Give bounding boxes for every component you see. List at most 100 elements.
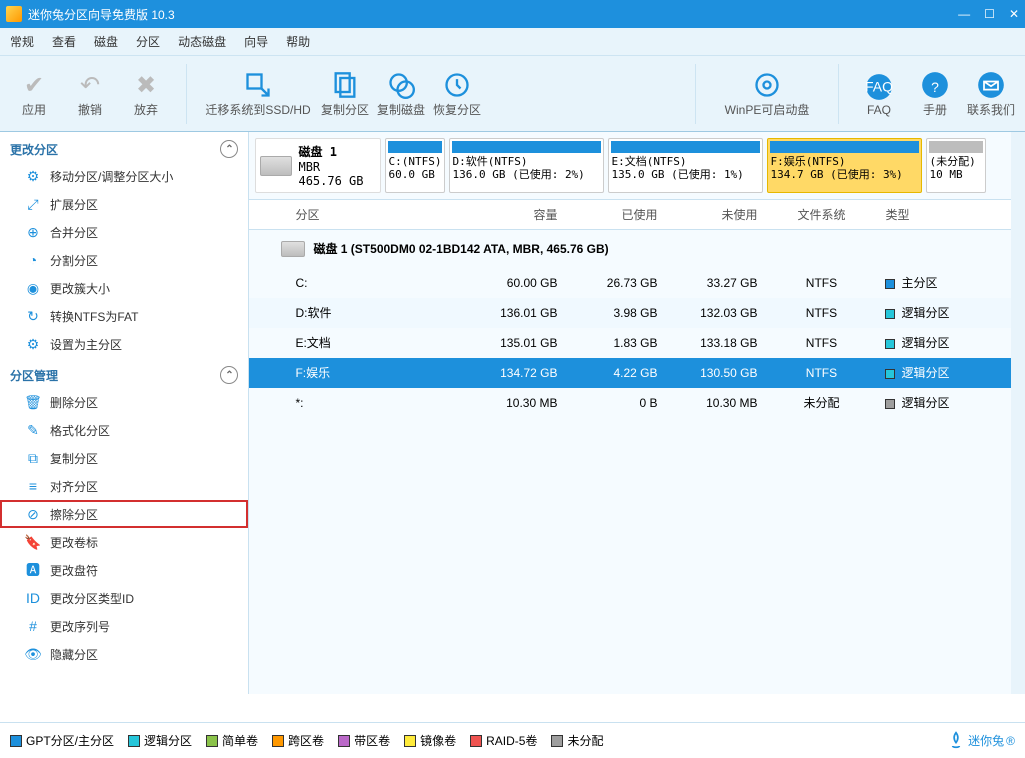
menu-view[interactable]: 查看 (52, 33, 76, 50)
copy-disk-button[interactable]: 复制磁盘 (377, 69, 425, 118)
menu-help[interactable]: 帮助 (286, 33, 310, 50)
partition-block[interactable]: F:娱乐(NTFS)134.7 GB (已使用: 3%) (767, 138, 922, 193)
sidebar-item-merge[interactable]: ⊕合并分区 (0, 218, 248, 246)
sidebar-item-label: 更改分区类型ID (50, 590, 134, 607)
hide-icon: 👁 (24, 645, 42, 663)
partition-row[interactable]: F:娱乐 134.72 GB 4.22 GB 130.50 GB NTFS 逻辑… (249, 358, 1011, 388)
legend-item: RAID-5卷 (470, 732, 537, 749)
apply-button[interactable]: ✔ 应用 (10, 69, 58, 118)
copy-partition-button[interactable]: 复制分区 (321, 69, 369, 118)
menu-general[interactable]: 常规 (10, 33, 34, 50)
sidebar-item-label: 更改序列号 (50, 618, 110, 635)
partition-block[interactable]: C:(NTFS)60.0 GB (385, 138, 445, 193)
disk-icon (260, 156, 292, 176)
sidebar-item-erase[interactable]: ⊘ 擦除分区 (0, 500, 248, 528)
align-icon: ≡ (24, 477, 42, 495)
sidebar-item-split[interactable]: ◔分割分区 (0, 246, 248, 274)
sidebar-item-id[interactable]: ID 更改分区类型ID (0, 584, 248, 612)
sidebar-item-pencil[interactable]: ✎ 格式化分区 (0, 416, 248, 444)
collapse-icon[interactable]: ⌃ (220, 366, 238, 384)
scrollbar[interactable] (1011, 132, 1025, 694)
serial-icon: # (24, 617, 42, 635)
contact-button[interactable]: 联系我们 (967, 69, 1015, 118)
sidebar-item-label: 更改盘符 (50, 562, 98, 579)
partition-block[interactable]: E:文档(NTFS)135.0 GB (已使用: 1%) (608, 138, 763, 193)
sidebar-item-label: 复制分区 (50, 450, 98, 467)
x-icon: ✖ (136, 69, 156, 101)
sidebar: 更改分区 ⌃ ⚙移动分区/调整分区大小⤢扩展分区⊕合并分区◔分割分区◉更改簇大小… (0, 132, 249, 694)
winpe-button[interactable]: WinPE可启动盘 (712, 69, 822, 118)
menu-dynamic-disk[interactable]: 动态磁盘 (178, 33, 226, 50)
sidebar-item-expand[interactable]: ⤢扩展分区 (0, 190, 248, 218)
undo-button[interactable]: ↶ 撤销 (66, 69, 114, 118)
mail-icon (977, 69, 1005, 101)
collapse-icon[interactable]: ⌃ (220, 140, 238, 158)
sidebar-group-modify[interactable]: 更改分区 ⌃ (0, 132, 248, 162)
sidebar-item-label: 分割分区 (50, 252, 98, 269)
sidebar-item-convert[interactable]: ↻转换NTFS为FAT (0, 302, 248, 330)
sidebar-item-trash[interactable]: 🗑 删除分区 (0, 388, 248, 416)
col-type[interactable]: 类型 (881, 206, 1003, 223)
col-partition[interactable]: 分区 (291, 206, 441, 223)
partition-row[interactable]: *: 10.30 MB 0 B 10.30 MB 未分配 逻辑分区 (249, 388, 1011, 418)
sidebar-item-label: 对齐分区 (50, 478, 98, 495)
sidebar-item-label: 擦除分区 (50, 506, 98, 523)
sidebar-item-sliders[interactable]: ⚙移动分区/调整分区大小 (0, 162, 248, 190)
migrate-icon (244, 69, 272, 101)
col-free[interactable]: 未使用 (661, 206, 761, 223)
legend-item: 简单卷 (206, 732, 258, 749)
sidebar-item-serial[interactable]: # 更改序列号 (0, 612, 248, 640)
sidebar-item-gear[interactable]: ⚙设置为主分区 (0, 330, 248, 358)
migrate-os-button[interactable]: 迁移系统到SSD/HD (203, 69, 313, 118)
pencil-icon: ✎ (24, 421, 42, 439)
disk-icon (281, 241, 305, 257)
sidebar-item-letter[interactable]: 🅰更改盘符 (0, 556, 248, 584)
toolbar: ✔ 应用 ↶ 撤销 ✖ 放弃 迁移系统到SSD/HD 复制分区 复制磁盘 恢复分… (0, 56, 1025, 132)
sidebar-item-label: 删除分区 (50, 394, 98, 411)
help-icon: ? (921, 69, 949, 101)
partition-block[interactable]: (未分配)10 MB (926, 138, 986, 193)
partition-row[interactable]: E:文档 135.01 GB 1.83 GB 133.18 GB NTFS 逻辑… (249, 328, 1011, 358)
sidebar-item-label: 隐藏分区 (50, 646, 98, 663)
recover-partition-button[interactable]: 恢复分区 (433, 69, 481, 118)
disk-row[interactable]: 磁盘 1 (ST500DM0 02-1BD142 ATA, MBR, 465.7… (249, 230, 1011, 268)
id-icon: ID (24, 589, 42, 607)
maximize-button[interactable]: ☐ (984, 7, 995, 21)
window-title: 迷你兔分区向导免费版 10.3 (28, 6, 958, 23)
sidebar-item-copy[interactable]: ⧉ 复制分区 (0, 444, 248, 472)
sidebar-group-manage[interactable]: 分区管理 ⌃ (0, 358, 248, 388)
partition-block[interactable]: D:软件(NTFS)136.0 GB (已使用: 2%) (449, 138, 604, 193)
svg-text:?: ? (931, 79, 939, 95)
sidebar-item-cluster[interactable]: ◉更改簇大小 (0, 274, 248, 302)
menu-wizard[interactable]: 向导 (244, 33, 268, 50)
col-capacity[interactable]: 容量 (441, 206, 561, 223)
convert-icon: ↻ (24, 307, 42, 325)
sidebar-item-hide[interactable]: 👁 隐藏分区 (0, 640, 248, 668)
sidebar-item-label: 格式化分区 (50, 422, 110, 439)
close-button[interactable]: ✕ (1009, 7, 1019, 21)
gear-icon: ⚙ (24, 335, 42, 353)
minimize-button[interactable]: — (958, 7, 970, 21)
sidebar-item-tag[interactable]: 🔖更改卷标 (0, 528, 248, 556)
menu-partition[interactable]: 分区 (136, 33, 160, 50)
disk-info[interactable]: 磁盘 1 MBR 465.76 GB (255, 138, 381, 193)
discard-button[interactable]: ✖ 放弃 (122, 69, 170, 118)
copy-icon: ⧉ (24, 449, 42, 467)
grid-header: 分区 容量 已使用 未使用 文件系统 类型 (249, 200, 1011, 230)
expand-icon: ⤢ (24, 195, 42, 213)
main-panel: 磁盘 1 MBR 465.76 GB C:(NTFS)60.0 GBD:软件(N… (249, 132, 1011, 694)
manual-button[interactable]: ? 手册 (911, 69, 959, 118)
col-used[interactable]: 已使用 (561, 206, 661, 223)
legend-item: GPT分区/主分区 (10, 732, 114, 749)
col-filesystem[interactable]: 文件系统 (761, 206, 881, 223)
sidebar-item-label: 更改簇大小 (50, 280, 110, 297)
partition-row[interactable]: D:软件 136.01 GB 3.98 GB 132.03 GB NTFS 逻辑… (249, 298, 1011, 328)
trash-icon: 🗑 (24, 393, 42, 411)
menu-disk[interactable]: 磁盘 (94, 33, 118, 50)
faq-button[interactable]: FAQ FAQ (855, 69, 903, 118)
erase-icon: ⊘ (24, 505, 42, 523)
recover-icon (443, 69, 471, 101)
sidebar-item-align[interactable]: ≡ 对齐分区 (0, 472, 248, 500)
tag-icon: 🔖 (24, 533, 42, 551)
partition-row[interactable]: C: 60.00 GB 26.73 GB 33.27 GB NTFS 主分区 (249, 268, 1011, 298)
